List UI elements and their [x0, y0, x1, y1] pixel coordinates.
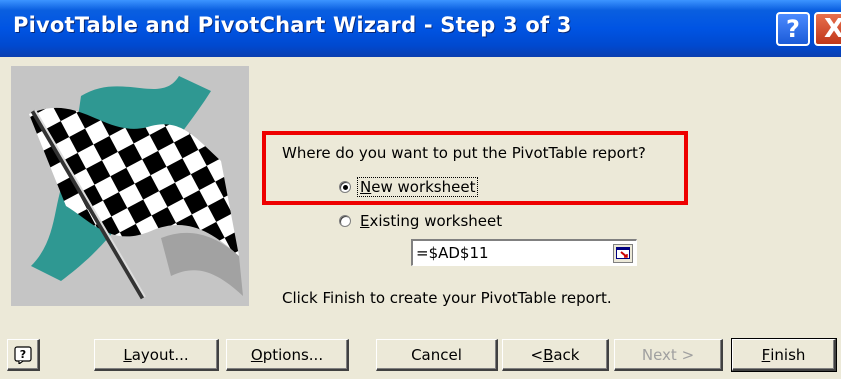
existing-worksheet-label[interactable]: Existing worksheet [358, 212, 504, 230]
cancel-button[interactable]: Cancel [376, 339, 498, 371]
assistant-button[interactable]: ? [7, 339, 40, 371]
range-select-icon [616, 247, 630, 259]
cell-reference-field[interactable]: =$AD$11 [411, 239, 637, 266]
title-bar[interactable]: PivotTable and PivotChart Wizard - Step … [0, 0, 841, 57]
close-icon: X [823, 14, 841, 44]
svg-text:?: ? [20, 348, 26, 361]
next-button[interactable]: Next > [614, 339, 723, 371]
cell-reference-value[interactable]: =$AD$11 [413, 244, 613, 262]
radio-existing-worksheet[interactable] [339, 215, 351, 227]
close-button[interactable]: X [814, 12, 841, 46]
office-assistant-icon: ? [14, 345, 32, 364]
help-icon: ? [786, 15, 800, 43]
window-title: PivotTable and PivotChart Wizard - Step … [13, 13, 572, 37]
checkered-flag-icon [29, 76, 243, 300]
finish-button[interactable]: Finish [731, 338, 837, 372]
help-button[interactable]: ? [776, 12, 810, 46]
existing-worksheet-option[interactable]: Existing worksheet [339, 212, 504, 230]
layout-button[interactable]: Layout... [94, 339, 219, 371]
options-button[interactable]: Options... [226, 339, 349, 371]
finish-instruction: Click Finish to create your PivotTable r… [282, 289, 612, 307]
collapse-dialog-button[interactable] [613, 243, 633, 263]
wizard-dialog: PivotTable and PivotChart Wizard - Step … [0, 0, 841, 379]
checkered-flag-illustration [11, 66, 249, 306]
back-button[interactable]: < Back [502, 339, 609, 371]
annotation-highlight-box [262, 131, 688, 205]
